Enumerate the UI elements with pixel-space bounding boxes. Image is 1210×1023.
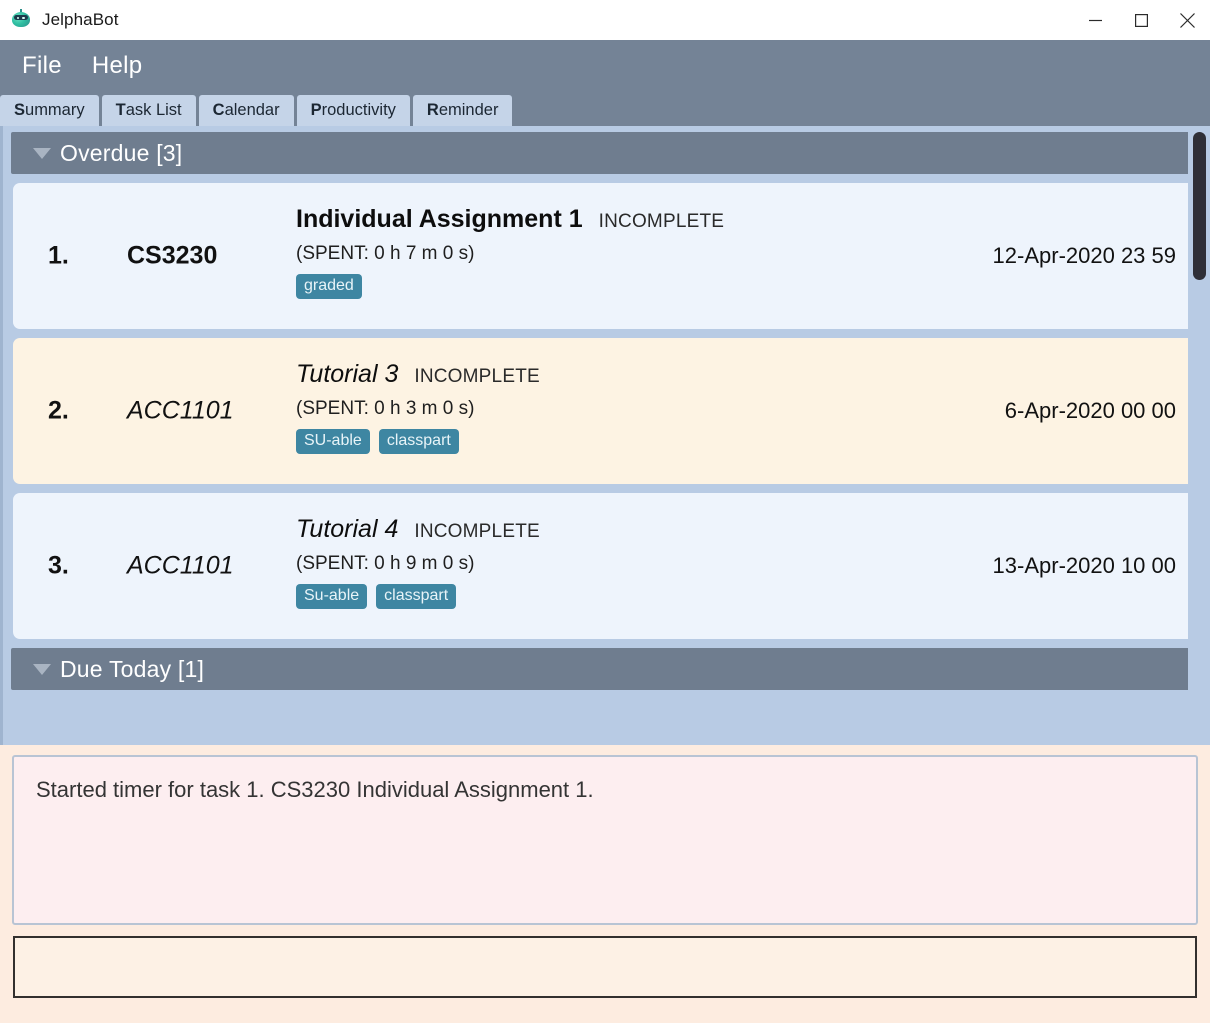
- task-status-badge: INCOMPLETE: [414, 521, 540, 542]
- task-tags: Su-able classpart: [296, 584, 998, 609]
- task-card[interactable]: 1. CS3230 Individual Assignment 1 INCOMP…: [13, 183, 1198, 329]
- tab-summary-mnemonic: S: [14, 101, 26, 119]
- overdue-task-list: 1. CS3230 Individual Assignment 1 INCOMP…: [3, 183, 1210, 639]
- window-controls: [1072, 0, 1210, 40]
- task-due-date: 13-Apr-2020 10 00: [992, 553, 1176, 578]
- task-tags: SU-able classpart: [296, 429, 998, 454]
- tab-calendar[interactable]: Calendar: [198, 95, 294, 126]
- task-status-badge: INCOMPLETE: [414, 366, 540, 387]
- task-details: Individual Assignment 1 INCOMPLETE (SPEN…: [296, 205, 998, 299]
- task-time-spent: (SPENT: 0 h 3 m 0 s): [296, 398, 475, 419]
- menu-item-file[interactable]: File: [22, 52, 62, 80]
- tab-summary-label: ummary: [25, 101, 85, 119]
- task-tag: classpart: [378, 429, 459, 454]
- task-index: 3.: [48, 551, 69, 580]
- task-tags: graded: [296, 274, 998, 299]
- chevron-down-icon[interactable]: [33, 147, 51, 159]
- minimize-icon[interactable]: [1072, 0, 1118, 40]
- maximize-icon[interactable]: [1118, 0, 1164, 40]
- command-input[interactable]: [13, 936, 1197, 998]
- tab-reminder[interactable]: Reminder: [412, 95, 513, 126]
- task-module: ACC1101: [127, 396, 234, 425]
- tab-task-list[interactable]: Task List: [101, 95, 196, 126]
- vertical-scrollbar[interactable]: [1188, 126, 1210, 745]
- task-details: Tutorial 4 INCOMPLETE (SPENT: 0 h 9 m 0 …: [296, 515, 998, 609]
- section-title-overdue: Overdue [3]: [60, 139, 183, 166]
- task-tag: classpart: [376, 584, 457, 609]
- task-tag: Su-able: [296, 584, 368, 609]
- window-title: JelphaBot: [42, 10, 119, 29]
- command-zone: [0, 928, 1210, 998]
- task-card[interactable]: 3. ACC1101 Tutorial 4 INCOMPLETE (SPENT:…: [13, 493, 1198, 639]
- task-status-badge: INCOMPLETE: [598, 211, 725, 232]
- task-due-date: 12-Apr-2020 23 59: [992, 243, 1176, 268]
- tab-productivity[interactable]: Productivity: [296, 95, 410, 126]
- task-tag: SU-able: [296, 429, 370, 454]
- task-name: Tutorial 3: [296, 360, 399, 388]
- section-title-due-today: Due Today [1]: [60, 655, 205, 682]
- close-icon[interactable]: [1164, 0, 1210, 40]
- task-tag: graded: [296, 274, 362, 299]
- tab-task-list-label: ask List: [125, 101, 182, 119]
- menu-item-help[interactable]: Help: [92, 52, 143, 80]
- task-time-spent: (SPENT: 0 h 9 m 0 s): [296, 553, 475, 574]
- feedback-zone: Started timer for task 1. CS3230 Individ…: [0, 745, 1210, 928]
- tab-calendar-mnemonic: C: [212, 101, 225, 119]
- tab-task-list-mnemonic: T: [115, 101, 126, 119]
- task-card[interactable]: 2. ACC1101 Tutorial 3 INCOMPLETE (SPENT:…: [13, 338, 1198, 484]
- tab-summary[interactable]: Summary: [0, 95, 99, 126]
- scrollbar-thumb[interactable]: [1193, 132, 1206, 280]
- task-module: ACC1101: [127, 551, 234, 580]
- menu-bar: File Help: [0, 40, 1210, 92]
- task-time-spent: (SPENT: 0 h 7 m 0 s): [296, 243, 475, 264]
- task-module: CS3230: [127, 241, 218, 270]
- task-index: 2.: [48, 396, 69, 425]
- tab-strip: Summary Task List Calendar Productivity …: [0, 92, 1210, 126]
- chevron-down-icon[interactable]: [33, 663, 51, 675]
- task-due-date: 6-Apr-2020 00 00: [1004, 398, 1176, 423]
- tab-productivity-label: roductivity: [321, 101, 396, 119]
- section-header-due-today[interactable]: Due Today [1]: [11, 648, 1200, 690]
- summary-panel: Overdue [3] 1. CS3230 Individual Assignm…: [0, 126, 1210, 745]
- tab-reminder-label: eminder: [438, 101, 499, 119]
- task-name: Tutorial 4: [296, 515, 399, 543]
- task-details: Tutorial 3 INCOMPLETE (SPENT: 0 h 3 m 0 …: [296, 360, 998, 454]
- tab-reminder-mnemonic: R: [426, 101, 439, 119]
- window-titlebar: JelphaBot: [0, 0, 1210, 40]
- task-index: 1.: [48, 241, 69, 270]
- feedback-display: Started timer for task 1. CS3230 Individ…: [12, 755, 1198, 925]
- tab-productivity-mnemonic: P: [310, 101, 322, 119]
- robot-head-icon: [10, 9, 32, 31]
- feedback-message: Started timer for task 1. CS3230 Individ…: [36, 777, 594, 802]
- task-name: Individual Assignment 1: [296, 205, 583, 233]
- section-header-overdue[interactable]: Overdue [3]: [11, 132, 1200, 174]
- tab-calendar-label: alendar: [224, 101, 280, 119]
